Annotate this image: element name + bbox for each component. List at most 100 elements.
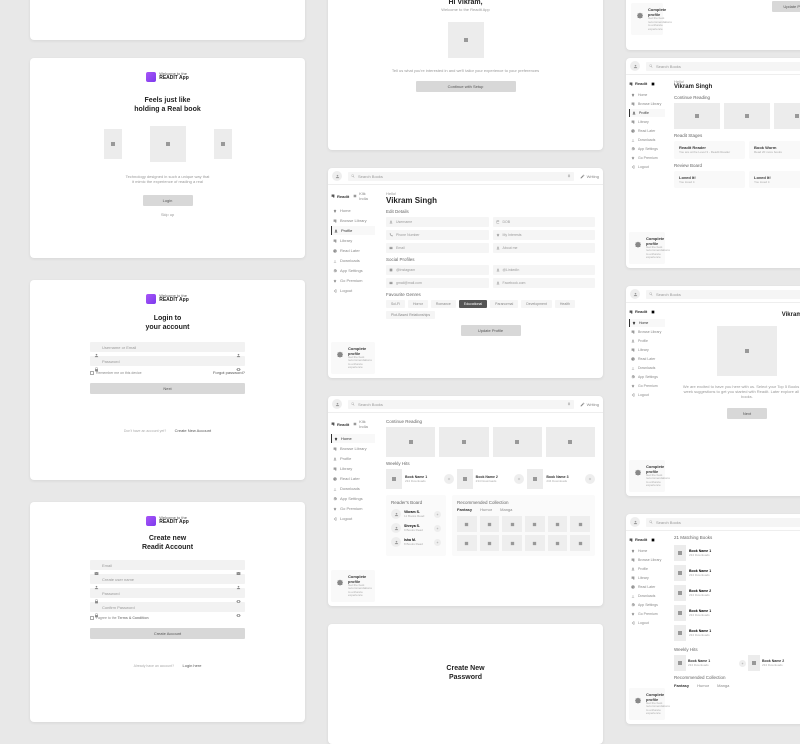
add-button[interactable] xyxy=(585,474,595,484)
carousel-next[interactable] xyxy=(214,129,232,159)
nav-premium[interactable]: Go Premium xyxy=(331,504,375,513)
pen-icon xyxy=(580,174,585,179)
complete-profile-card[interactable]: Complete profileGet the best recommendat… xyxy=(331,342,375,374)
nav-home[interactable]: Home xyxy=(331,434,375,443)
screen-welcome-dash: Search Books Readit Home Browse Library … xyxy=(626,286,800,496)
update-profile-button[interactable]: Update Profile xyxy=(772,1,800,12)
login-here-link[interactable]: Login here xyxy=(183,663,202,668)
confirm-password-input[interactable]: Confirm Password xyxy=(90,602,245,612)
lock-icon xyxy=(94,591,99,596)
field-linkedin[interactable]: @LinkedIn xyxy=(493,265,596,275)
search-input[interactable]: Search Books xyxy=(348,400,574,409)
writing-button[interactable]: Writing xyxy=(580,174,599,179)
stage-card: Readit ReaderYou are at the Level 3 - Re… xyxy=(674,141,745,159)
rec-tile[interactable] xyxy=(457,516,477,532)
carousel-prev[interactable] xyxy=(104,129,122,159)
nav-profile[interactable]: Profile xyxy=(331,454,375,463)
chip[interactable]: Educational xyxy=(459,300,487,308)
continue-setup-button[interactable]: Continue with Setup xyxy=(416,81,516,92)
book-thumb[interactable] xyxy=(527,469,543,489)
skip-link[interactable]: Skip up xyxy=(50,212,285,217)
book-cover[interactable] xyxy=(493,427,542,457)
field-facebook[interactable]: Facebook.com xyxy=(493,278,596,288)
add-button[interactable] xyxy=(514,474,524,484)
nav-logout[interactable]: Logout xyxy=(331,286,375,295)
nav-downloads[interactable]: Downloads xyxy=(331,256,375,265)
add-button[interactable] xyxy=(444,474,454,484)
field-gmail[interactable]: gmail@mail.com xyxy=(386,278,489,288)
leader-row[interactable]: Shreya S.9 Books Read xyxy=(391,521,441,535)
nav-premium[interactable]: Go Premium xyxy=(331,276,375,285)
welcome-image xyxy=(717,326,777,376)
cat-tab[interactable]: Manga xyxy=(500,507,512,512)
chip[interactable]: Plot-Based Relationships xyxy=(386,311,435,319)
nav-downloads[interactable]: Downloads xyxy=(331,484,375,493)
search-input[interactable]: Search Books xyxy=(646,62,800,71)
remember-checkbox[interactable]: Remember me on this device xyxy=(90,370,142,375)
leader-row[interactable]: Vikram S.11 Books Read xyxy=(391,507,441,521)
nav-readlater[interactable]: Read Later xyxy=(331,246,375,255)
chip[interactable]: Development xyxy=(521,300,552,308)
username-input[interactable]: Username or Email xyxy=(90,342,245,352)
writing-button[interactable]: Writing xyxy=(580,402,599,407)
clear-icon[interactable] xyxy=(236,345,241,350)
book-thumb[interactable] xyxy=(457,469,473,489)
book-cover[interactable] xyxy=(546,427,595,457)
forgot-link[interactable]: Forgot password? xyxy=(213,370,245,375)
book-thumb[interactable] xyxy=(386,469,402,489)
field-dob[interactable]: DOB xyxy=(493,217,596,227)
field-instagram[interactable]: @Instagram xyxy=(386,265,489,275)
chip[interactable]: Horror xyxy=(408,300,428,308)
field-phone[interactable]: Phone Number xyxy=(386,230,489,240)
next-button[interactable]: Next xyxy=(90,383,245,394)
create-username-input[interactable]: Create user name xyxy=(90,574,245,584)
next-button[interactable]: Next xyxy=(727,408,767,419)
field-about[interactable]: About me xyxy=(493,243,596,253)
field-username[interactable]: Username xyxy=(386,217,489,227)
field-interests[interactable]: My Interests xyxy=(493,230,596,240)
nav-library[interactable]: Library xyxy=(331,236,375,245)
password-input[interactable]: Password xyxy=(90,356,245,366)
nav-settings[interactable]: App Settings xyxy=(331,266,375,275)
leader-row[interactable]: Isha M.8 Books Read xyxy=(391,535,441,549)
complete-profile-card[interactable]: Complete profileGet the best recommendat… xyxy=(631,3,663,35)
nav-settings[interactable]: App Settings xyxy=(331,494,375,503)
tab-readit[interactable]: Readit xyxy=(331,191,349,201)
field-email[interactable]: Email xyxy=(386,243,489,253)
eye-icon[interactable] xyxy=(236,591,241,596)
nav-home[interactable]: Home xyxy=(331,206,375,215)
complete-profile-card[interactable]: Complete profileGet the best recommendat… xyxy=(331,570,375,602)
search-input[interactable]: Search Books xyxy=(348,172,574,181)
chip[interactable]: Sci-Fi xyxy=(386,300,405,308)
login-button[interactable]: Login xyxy=(143,195,193,206)
nav-logout[interactable]: Logout xyxy=(331,514,375,523)
brand-logo: Welcome to theREADIT App xyxy=(90,294,245,304)
update-profile-button[interactable]: Update Profile xyxy=(461,325,521,336)
sidebar: Readit Klik India Home Browse Library Pro… xyxy=(328,185,378,378)
chip[interactable]: Health xyxy=(555,300,575,308)
nav-profile[interactable]: Profile xyxy=(331,226,375,235)
book-cover[interactable] xyxy=(386,427,435,457)
logo-icon xyxy=(146,516,156,526)
chip[interactable]: Romance xyxy=(431,300,456,308)
create-account-button[interactable]: Create Account xyxy=(90,628,245,639)
cat-tab[interactable]: Fantasy xyxy=(457,507,472,512)
cat-tab[interactable]: Humor xyxy=(480,507,492,512)
avatar[interactable] xyxy=(332,171,342,181)
nav-library[interactable]: Library xyxy=(331,464,375,473)
eye-icon[interactable] xyxy=(236,605,241,610)
result-row[interactable]: Book Name 1234 Downloads xyxy=(674,543,800,563)
mic-icon[interactable] xyxy=(567,174,571,178)
terms-checkbox[interactable]: I agree to the Terms & Condition xyxy=(90,616,245,620)
avatar[interactable] xyxy=(332,399,342,409)
nav-browse[interactable]: Browse Library xyxy=(331,216,375,225)
email-input[interactable]: Email xyxy=(90,560,245,570)
nav-readlater[interactable]: Read Later xyxy=(331,474,375,483)
chip[interactable]: Paranormal xyxy=(490,300,518,308)
eye-icon[interactable] xyxy=(236,359,241,364)
signup-password-input[interactable]: Password xyxy=(90,588,245,598)
tab-klik[interactable]: Klik India xyxy=(353,191,375,201)
create-account-link[interactable]: Create New Account xyxy=(175,428,211,433)
nav-browse[interactable]: Browse Library xyxy=(331,444,375,453)
book-cover[interactable] xyxy=(439,427,488,457)
